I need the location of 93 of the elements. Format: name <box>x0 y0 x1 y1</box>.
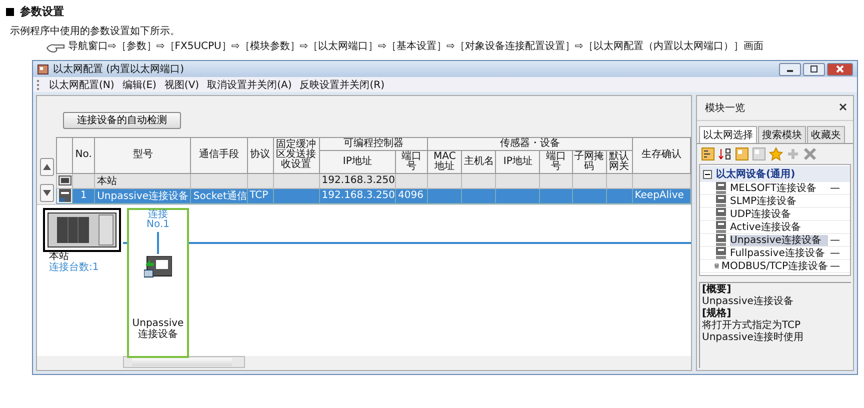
tree-item[interactable]: Active连接设备 <box>700 221 850 234</box>
description-text: Unpassive连接设备 <box>702 296 794 308</box>
close-button[interactable] <box>839 103 849 113</box>
table-row[interactable]: 本站 192.168.3.250 <box>56 173 690 188</box>
menu-item[interactable]: 视图(V) <box>164 78 200 92</box>
table-cell: 本站 <box>94 173 191 188</box>
maximize-button[interactable] <box>803 62 825 76</box>
table-cell: Unpassive连接设备 <box>94 188 191 203</box>
menu-item[interactable]: 编辑(E) <box>122 78 156 92</box>
toolbar-grip <box>37 80 41 90</box>
column-header: 生存确认 <box>632 137 690 173</box>
table-cell: TCP <box>247 188 274 203</box>
device-icon <box>144 256 172 278</box>
minimize-button[interactable] <box>779 62 801 76</box>
column-header: 通信手段 <box>190 137 248 173</box>
move-up-button[interactable] <box>40 158 54 176</box>
app-icon <box>37 63 49 75</box>
delete-icon <box>803 147 817 161</box>
grid-icon <box>752 147 766 161</box>
table-cell: 1 <box>72 188 95 203</box>
sort-icon <box>701 147 715 161</box>
close-icon <box>839 103 847 111</box>
tab[interactable]: 以太网选择 <box>699 126 757 143</box>
tab[interactable]: 搜索模块 <box>758 126 806 143</box>
maximize-icon <box>809 65 819 73</box>
square-bullet <box>6 8 14 16</box>
connection-slot[interactable]: 连接 No.1 Unpassive 连接设备 <box>127 208 189 358</box>
device-icon <box>714 208 728 220</box>
column-header: 端口号 <box>396 150 428 173</box>
column-header: IP地址 <box>319 150 396 173</box>
tree-item[interactable]: Fullpassive连接设备 — <box>700 247 850 260</box>
collapse-icon[interactable] <box>703 170 712 178</box>
star-icon <box>769 147 783 161</box>
tree-item[interactable]: SLMP连接设备 <box>700 195 850 208</box>
pointing-hand-icon <box>46 42 66 54</box>
tree-item[interactable]: MELSOFT连接设备 — <box>700 182 850 195</box>
tree-item[interactable]: MODBUS/TCP连接设备 — <box>700 260 850 273</box>
device-icon <box>714 182 728 194</box>
navigation-path: 导航窗口⇨［参数］⇨［FX5UCPU］⇨［模块参数］⇨［以太网端口］⇨［基本设置］⇨［对象设备连接配置设置］⇨［以太网配置（内置以太网端口）］画面 <box>68 41 764 52</box>
column-group-header: 传感器・设备 <box>428 137 632 150</box>
scroll-thumb[interactable] <box>132 358 232 366</box>
column-group-header: 可编程控制器 <box>319 137 428 150</box>
column-header: No. <box>72 137 95 173</box>
table-cell: 192.168.3.250 <box>319 173 396 188</box>
auto-detect-button[interactable]: 连接设备的自动检测 <box>63 112 181 128</box>
window-title: 以太网配置 (内置以太网端口) <box>53 62 185 76</box>
device-name: Unpassive 连接设备 <box>131 318 185 340</box>
column-header: 型号 <box>94 137 191 173</box>
plus-icon <box>786 147 800 161</box>
station-name: 本站 <box>49 252 69 262</box>
device-icon <box>714 195 728 207</box>
move-down-button[interactable] <box>40 184 54 202</box>
description-text: 将打开方式指定为TCP Unpassive连接时使用 <box>702 320 804 344</box>
dash-mark: — <box>830 234 841 246</box>
horizontal-scrollbar[interactable] <box>123 356 245 368</box>
dash-mark: — <box>830 260 841 272</box>
column-header: 默认网关 <box>606 150 632 173</box>
column-header: 固定缓冲区发送接收设置 <box>273 137 320 173</box>
down-arrow-icon <box>43 190 51 196</box>
description-heading: [规格] <box>702 308 732 320</box>
close-button[interactable] <box>827 62 853 76</box>
sort-az-icon <box>718 147 732 161</box>
column-header: 端口号 <box>540 150 572 173</box>
column-header: 协议 <box>247 137 274 173</box>
connector-line <box>157 232 159 254</box>
description-heading: [概要] <box>702 284 732 296</box>
table-cell: 192.168.3.250 <box>319 188 396 203</box>
close-icon <box>835 65 845 73</box>
dash-mark: — <box>830 248 841 258</box>
device-icon <box>714 234 728 246</box>
intro-text: 示例程序中使用的参数设置如下所示。 <box>9 24 181 38</box>
column-header: MAC地址 <box>428 150 462 173</box>
table-cell: 4096 <box>396 188 428 203</box>
panel-title: 模块一览 <box>705 102 745 115</box>
grid-icon <box>735 147 749 161</box>
menu-item[interactable]: 取消设置并关闭(A) <box>207 78 292 92</box>
device-icon <box>714 221 728 233</box>
column-header: 子网掩码 <box>572 150 606 173</box>
station-icon <box>58 174 72 187</box>
menu-item[interactable]: 以太网配置(N) <box>49 78 114 92</box>
tab[interactable]: 收藏夹 <box>807 126 845 143</box>
menu-item[interactable]: 反映设置并关闭(R) <box>300 78 384 92</box>
connection-number: No.1 <box>146 220 170 230</box>
table-cell: KeepAlive <box>632 188 690 203</box>
column-header: 主机名 <box>462 150 496 173</box>
device-icon <box>58 189 72 202</box>
section-heading: 参数设置 <box>20 4 64 19</box>
connection-label: 连接 <box>148 210 168 220</box>
dash-mark: — <box>830 182 841 194</box>
connection-count: 连接台数:1 <box>49 262 99 272</box>
up-arrow-icon <box>43 164 51 170</box>
tree-item[interactable]: UDP连接设备 <box>700 208 850 221</box>
column-header: IP地址 <box>496 150 540 173</box>
